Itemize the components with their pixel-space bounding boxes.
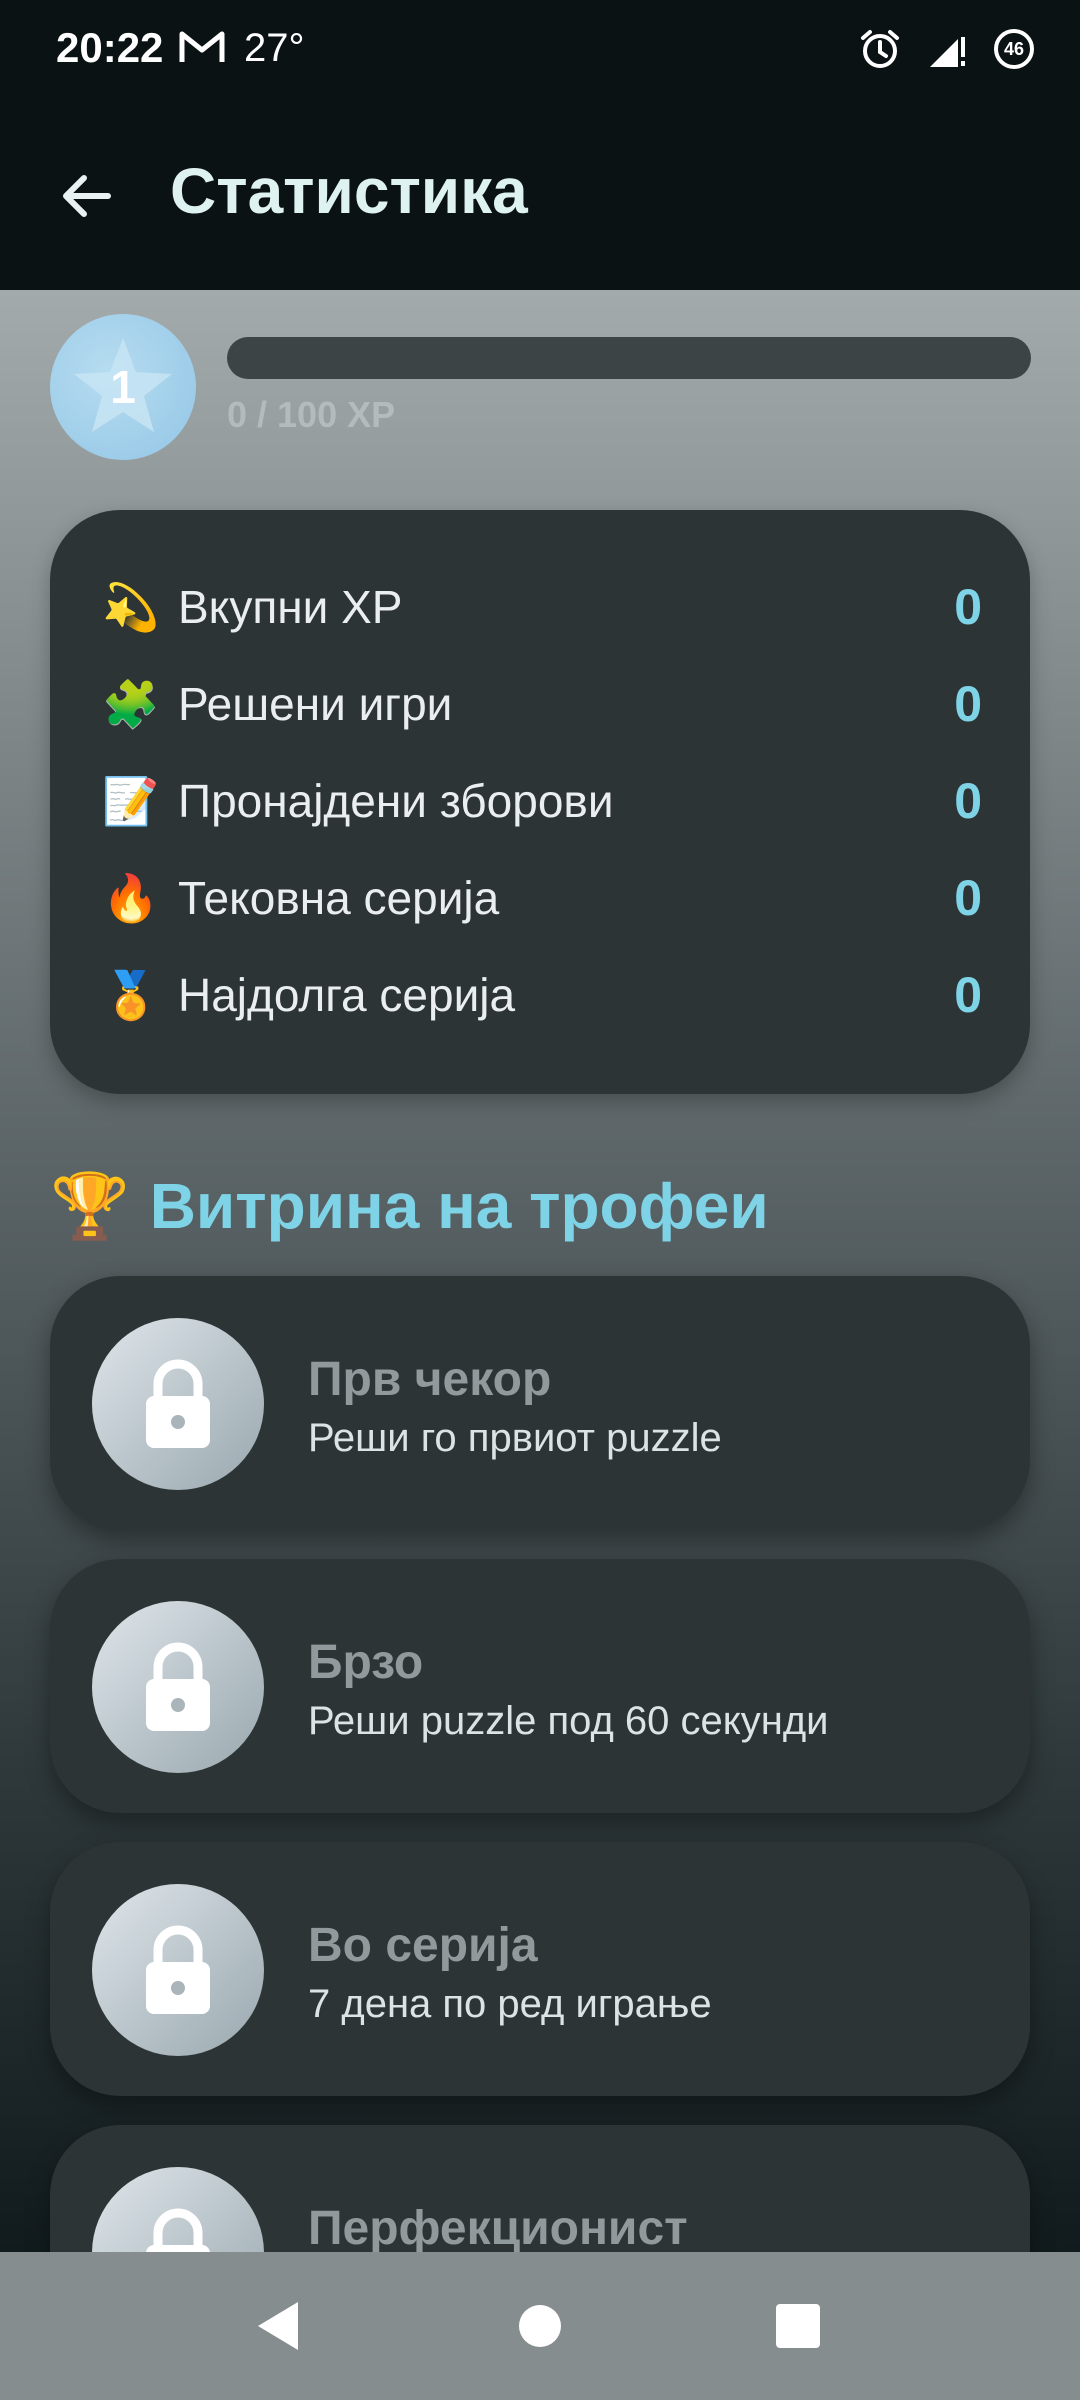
alarm-icon bbox=[858, 27, 902, 71]
stat-value: 0 bbox=[954, 579, 982, 635]
stat-row-words-found: 📝 Пронајдени зборови 0 bbox=[102, 766, 982, 836]
trophy-name: Брзо bbox=[308, 1636, 424, 1689]
stat-label: Вкупни XP bbox=[178, 581, 403, 633]
status-temperature: 27° bbox=[244, 26, 305, 70]
signal-icon bbox=[928, 29, 968, 69]
stat-value: 0 bbox=[954, 967, 982, 1023]
sparkle-icon: 💫 bbox=[102, 580, 160, 633]
trophy-card[interactable]: Брзо Реши puzzle под 60 секунди bbox=[50, 1559, 1030, 1813]
stat-row-games-solved: 🧩 Решени игри 0 bbox=[102, 669, 982, 739]
stat-label: Најдолга серија bbox=[178, 969, 516, 1021]
gmail-icon bbox=[178, 28, 226, 66]
lock-icon bbox=[146, 2208, 210, 2252]
level-number: 1 bbox=[110, 361, 136, 413]
square-recents-icon bbox=[776, 2304, 820, 2348]
stat-label: Пронајдени зборови bbox=[178, 775, 614, 827]
lock-badge bbox=[92, 1601, 264, 1773]
stats-card: 💫 Вкупни XP 0 🧩 Решени игри 0 📝 Пронајде… bbox=[50, 510, 1030, 1094]
battery-level: 46 bbox=[1003, 38, 1025, 59]
lock-icon bbox=[146, 1359, 210, 1448]
stat-row-current-streak: 🔥 Тековна серија 0 bbox=[102, 863, 982, 933]
trophy-icon: 🏆 bbox=[50, 1169, 130, 1242]
nav-recents-button[interactable] bbox=[768, 2296, 828, 2356]
trophy-description: 7 дена по ред играње bbox=[308, 1982, 712, 2026]
lock-icon bbox=[146, 1642, 210, 1731]
medal-icon: 🏅 bbox=[102, 968, 160, 1021]
circle-home-icon bbox=[519, 2305, 561, 2347]
trophy-name: Прв чекор bbox=[308, 1353, 552, 1406]
trophy-description: Реши puzzle под 60 секунди bbox=[308, 1699, 829, 1743]
battery-icon: 46 bbox=[994, 29, 1034, 69]
triangle-back-icon bbox=[258, 2302, 298, 2350]
puzzle-icon: 🧩 bbox=[102, 677, 160, 730]
system-nav-bar bbox=[0, 2252, 1080, 2400]
stat-row-longest-streak: 🏅 Најдолга серија 0 bbox=[102, 960, 982, 1030]
status-time: 20:22 bbox=[56, 24, 164, 71]
arrow-left-icon bbox=[63, 175, 111, 217]
page-title: Статистика bbox=[170, 155, 528, 227]
trophy-card[interactable]: Перфекционист bbox=[50, 2125, 1030, 2252]
stats-content[interactable]: 1 0 / 100 XP 💫 Вкупни XP 0 🧩 Решени игри… bbox=[0, 290, 1080, 2252]
back-button[interactable] bbox=[50, 160, 122, 232]
trophy-section-title: Витрина на трофеи bbox=[149, 1170, 769, 1242]
stat-label: Тековна серија bbox=[178, 872, 500, 924]
lock-icon bbox=[146, 1925, 210, 2014]
app-bar: Статистика bbox=[0, 100, 1080, 290]
trophy-name: Перфекционист bbox=[308, 2202, 688, 2252]
lock-badge bbox=[92, 1318, 264, 1490]
level-badge: 1 bbox=[50, 314, 196, 460]
memo-icon: 📝 bbox=[102, 774, 160, 827]
xp-text: 0 / 100 XP bbox=[227, 394, 396, 435]
xp-progress-bar bbox=[227, 337, 1031, 379]
stat-label: Решени игри bbox=[178, 678, 453, 730]
stat-value: 0 bbox=[954, 773, 982, 829]
status-bar: 20:22 27° 46 bbox=[0, 0, 1080, 100]
stat-row-total-xp: 💫 Вкупни XP 0 bbox=[102, 572, 982, 642]
fire-icon: 🔥 bbox=[102, 871, 160, 924]
trophy-section-heading: 🏆 Витрина на трофеи bbox=[50, 1166, 769, 1246]
trophy-card[interactable]: Во серија 7 дена по ред играње bbox=[50, 1842, 1030, 2096]
stat-value: 0 bbox=[954, 676, 982, 732]
trophy-card[interactable]: Прв чекор Реши го првиот puzzle bbox=[50, 1276, 1030, 1530]
trophy-description: Реши го првиот puzzle bbox=[308, 1416, 722, 1460]
stat-value: 0 bbox=[954, 870, 982, 926]
trophy-name: Во серија bbox=[308, 1919, 538, 1972]
nav-home-button[interactable] bbox=[510, 2296, 570, 2356]
lock-badge bbox=[92, 1884, 264, 2056]
lock-badge bbox=[92, 2167, 264, 2252]
nav-back-button[interactable] bbox=[248, 2296, 308, 2356]
